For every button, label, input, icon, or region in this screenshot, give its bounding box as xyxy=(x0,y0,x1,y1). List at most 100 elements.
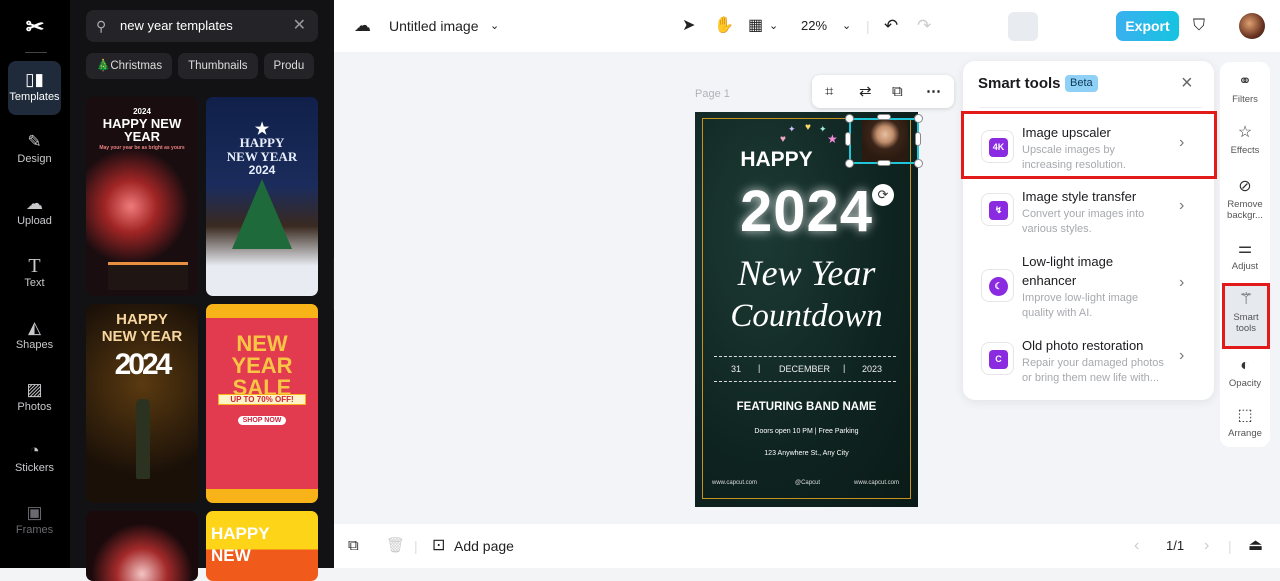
sparkle-sticker: ✦ xyxy=(788,124,796,134)
poster-footer-right[interactable]: www.capcut.com xyxy=(854,480,899,486)
poster-canvas[interactable]: ✦ ♥ ✦ ♥ ★ HAPPY 2024 New Year Countdown … xyxy=(695,112,918,507)
template-card[interactable]: HAPPY NEW xyxy=(206,511,318,581)
rail-item-templates[interactable]: ▯▮ Templates xyxy=(8,61,61,115)
template-card[interactable]: CAPCUT SHOP PRESENTS NEW YEAR SALE UP TO… xyxy=(206,304,318,503)
layout-icon[interactable]: ▦ xyxy=(748,0,763,52)
resize-handle[interactable] xyxy=(914,159,923,168)
template-card-text: HAPPY xyxy=(116,311,168,328)
tool-description: Improve low-light image quality with AI. xyxy=(1022,292,1139,319)
poster-month[interactable]: DECEMBER xyxy=(779,364,830,374)
chip-christmas[interactable]: 🎄Christmas xyxy=(86,53,173,79)
tool-low-light-enhancer[interactable]: ☾ Low-light image enhancer Improve low-l… xyxy=(963,246,1214,326)
hand-tool-icon[interactable]: ✋ xyxy=(714,0,734,52)
prev-page-icon[interactable]: ‹ xyxy=(1134,524,1139,568)
template-card-title: NEW YEAR xyxy=(101,328,183,345)
rotate-icon[interactable]: ⟳ xyxy=(872,184,894,206)
next-page-icon[interactable]: › xyxy=(1204,524,1209,568)
pages-panel-icon[interactable]: ⏏ xyxy=(1248,524,1263,568)
rail-item-filters[interactable]: ⚭ Filters xyxy=(1220,72,1270,105)
redo-icon[interactable]: ↷ xyxy=(917,0,931,52)
export-button[interactable]: Export xyxy=(1116,11,1179,41)
poster-footer-left[interactable]: www.capcut.com xyxy=(712,480,757,486)
frames-icon: ▣ xyxy=(26,503,43,522)
style-transfer-icon: ↯ xyxy=(989,201,1008,220)
highlight-box-smart-tools xyxy=(1222,283,1270,349)
rail-item-frames[interactable]: ▣ Frames xyxy=(8,494,61,548)
divider xyxy=(25,52,47,53)
rail-item-label: Adjust xyxy=(1231,261,1259,272)
rail-item-effects[interactable]: ☆ Effects xyxy=(1220,123,1270,156)
resize-handle[interactable] xyxy=(845,159,854,168)
rail-item-text[interactable]: T Text xyxy=(8,247,61,301)
poster-band-name[interactable]: FEATURING BAND NAME xyxy=(695,401,918,413)
search-input[interactable]: ⚲ new year templates ✕ xyxy=(86,10,318,42)
undo-icon[interactable]: ↶ xyxy=(884,0,898,52)
dashed-divider xyxy=(714,356,896,357)
rail-item-remove-background[interactable]: ⊘ Remove backgr... xyxy=(1220,177,1270,221)
delete-page-icon[interactable]: 🗑 xyxy=(386,524,405,568)
rail-item-opacity[interactable]: ◐ Opacity xyxy=(1220,356,1270,389)
duplicate-icon[interactable]: ⧉ xyxy=(892,75,903,108)
template-card-subtitle: UP TO 70% OFF! xyxy=(218,394,306,405)
adjust-sliders-icon: ⚌ xyxy=(1237,240,1253,257)
zoom-chevron-down-icon[interactable]: ⌄ xyxy=(842,0,851,52)
poster-day[interactable]: 31 xyxy=(731,364,741,374)
clear-search-icon[interactable]: ✕ xyxy=(293,10,306,42)
select-tool-button[interactable] xyxy=(1008,12,1038,41)
poster-footer-mid[interactable]: @Capcut xyxy=(795,480,820,486)
zoom-level[interactable]: 22% xyxy=(801,0,827,52)
shield-check-icon[interactable]: ⛉ xyxy=(1193,0,1205,52)
rail-item-arrange[interactable]: ⬚ Arrange xyxy=(1220,406,1270,439)
chip-products[interactable]: Produ xyxy=(263,53,315,79)
cloud-sync-icon[interactable]: ☁ xyxy=(354,0,371,52)
template-card-title: NEW xyxy=(211,546,251,565)
selection-box[interactable] xyxy=(849,118,919,164)
resize-handle[interactable] xyxy=(915,132,921,146)
more-options-icon[interactable]: ⋯ xyxy=(926,75,941,108)
arrange-icon: ⬚ xyxy=(1237,407,1253,424)
template-card[interactable] xyxy=(86,511,198,581)
template-card[interactable]: 2024 HAPPY NEW YEAR May your year be as … xyxy=(86,97,198,296)
rail-item-label: Filters xyxy=(1232,94,1258,105)
title-chevron-down-icon[interactable]: ⌄ xyxy=(490,0,499,52)
rail-item-stickers[interactable]: ◔ Stickers xyxy=(8,432,61,486)
template-card[interactable]: HAPPY NEW YEAR 2024 xyxy=(86,304,198,503)
document-title[interactable]: Untitled image xyxy=(389,0,479,52)
resize-handle[interactable] xyxy=(845,132,851,146)
pointer-icon[interactable]: ➤ xyxy=(682,0,695,52)
add-page-button[interactable]: Add page xyxy=(454,524,514,568)
divider xyxy=(980,107,1202,108)
capcut-logo-icon[interactable]: ✂ xyxy=(20,14,50,40)
rail-item-shapes[interactable]: ◭ Shapes xyxy=(8,309,61,363)
user-avatar[interactable] xyxy=(1239,13,1265,39)
chip-thumbnails[interactable]: Thumbnails xyxy=(178,53,258,79)
resize-handle[interactable] xyxy=(914,114,923,123)
poster-script-line1[interactable]: New Year xyxy=(695,252,918,294)
tool-description: Repair your damaged photos or bring them… xyxy=(1022,357,1164,384)
add-page-icon[interactable]: ⊡ xyxy=(432,524,445,568)
poster-year-small[interactable]: 2023 xyxy=(862,364,882,374)
poster-doors-text[interactable]: Doors open 10 PM | Free Parking xyxy=(695,428,918,435)
duplicate-page-icon[interactable]: ⧉ xyxy=(348,524,359,568)
rail-item-adjust[interactable]: ⚌ Adjust xyxy=(1220,239,1270,272)
rail-item-photos[interactable]: ▨ Photos xyxy=(8,371,61,425)
poster-address[interactable]: 123 Anywhere St., Any City xyxy=(695,450,918,457)
resize-handle[interactable] xyxy=(877,114,891,120)
rail-item-design[interactable]: ✎ Design xyxy=(8,123,61,177)
tool-old-photo-restoration[interactable]: C Old photo restoration Repair your dama… xyxy=(963,333,1214,391)
template-card[interactable]: ★ HAPPY NEW YEAR 2024 xyxy=(206,97,318,296)
rail-item-label: Stickers xyxy=(14,462,55,474)
rail-item-label: Effects xyxy=(1230,145,1260,156)
rail-item-upload[interactable]: ☁ Upload xyxy=(8,185,61,239)
resize-handle[interactable] xyxy=(877,160,891,166)
layout-chevron-down-icon[interactable]: ⌄ xyxy=(769,0,778,52)
crop-icon[interactable]: ⌗ xyxy=(825,75,833,108)
tool-image-style-transfer[interactable]: ↯ Image style transfer Convert your imag… xyxy=(963,179,1214,239)
close-icon[interactable]: × xyxy=(1181,72,1193,95)
replace-icon[interactable]: ⇄ xyxy=(859,75,872,108)
resize-handle[interactable] xyxy=(845,114,854,123)
element-floating-toolbar: ⌗ ⇄ ⧉ ⋯ xyxy=(812,75,954,108)
filters-icon: ⚭ xyxy=(1238,73,1252,90)
left-nav-rail: ✂ ▯▮ Templates ✎ Design ☁ Upload T Text … xyxy=(0,0,70,568)
poster-script-line2[interactable]: Countdown xyxy=(695,298,918,335)
